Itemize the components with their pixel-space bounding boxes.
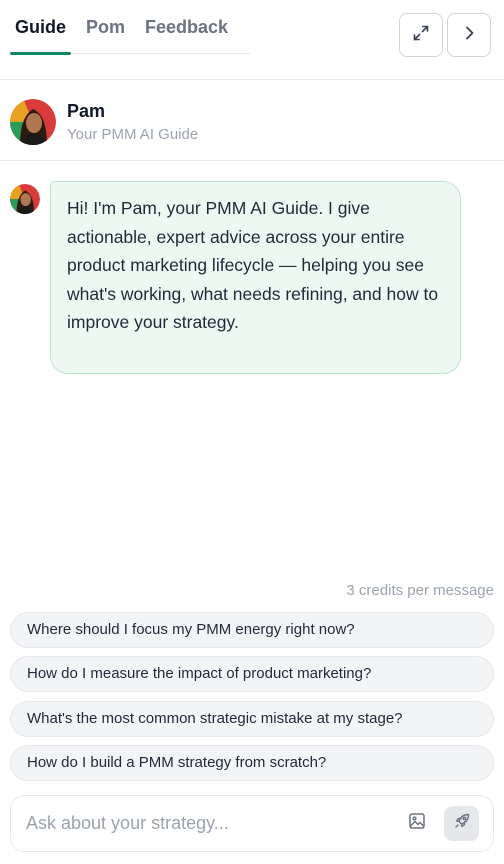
expand-button[interactable] <box>399 13 443 57</box>
assistant-role: Your PMM AI Guide <box>67 126 199 143</box>
send-button[interactable] <box>444 806 479 841</box>
message-input[interactable] <box>26 796 396 851</box>
assistant-message-bubble: Hi! I'm Pam, your PMM AI Guide. I give a… <box>50 181 461 374</box>
credits-note: 3 credits per message <box>346 582 494 599</box>
suggestion-chip[interactable]: How do I measure the impact of product m… <box>10 656 494 692</box>
message-composer <box>10 795 494 852</box>
attach-image-button[interactable] <box>405 811 429 835</box>
assistant-name: Pam <box>67 101 106 121</box>
suggestion-chip[interactable]: What's the most common strategic mistake… <box>10 701 494 737</box>
suggestion-chip[interactable]: How do I build a PMM strategy from scrat… <box>10 745 494 781</box>
message-avatar <box>10 184 40 214</box>
rocket-icon <box>453 812 471 835</box>
top-bar: Guide Pom Feedback <box>0 0 504 80</box>
tab-guide[interactable]: Guide <box>10 0 72 55</box>
suggestion-chip[interactable]: Where should I focus my PMM energy right… <box>10 612 494 648</box>
tab-feedback[interactable]: Feedback <box>140 0 233 54</box>
tab-pom[interactable]: Pom <box>81 0 130 54</box>
assistant-header: Pam Your PMM AI Guide <box>0 80 504 161</box>
image-icon <box>408 812 426 835</box>
avatar <box>10 99 56 145</box>
collapse-panel-button[interactable] <box>447 13 491 57</box>
expand-arrows-icon <box>412 24 430 47</box>
chevron-right-icon <box>460 24 478 47</box>
tab-bar: Guide Pom Feedback <box>10 0 250 55</box>
